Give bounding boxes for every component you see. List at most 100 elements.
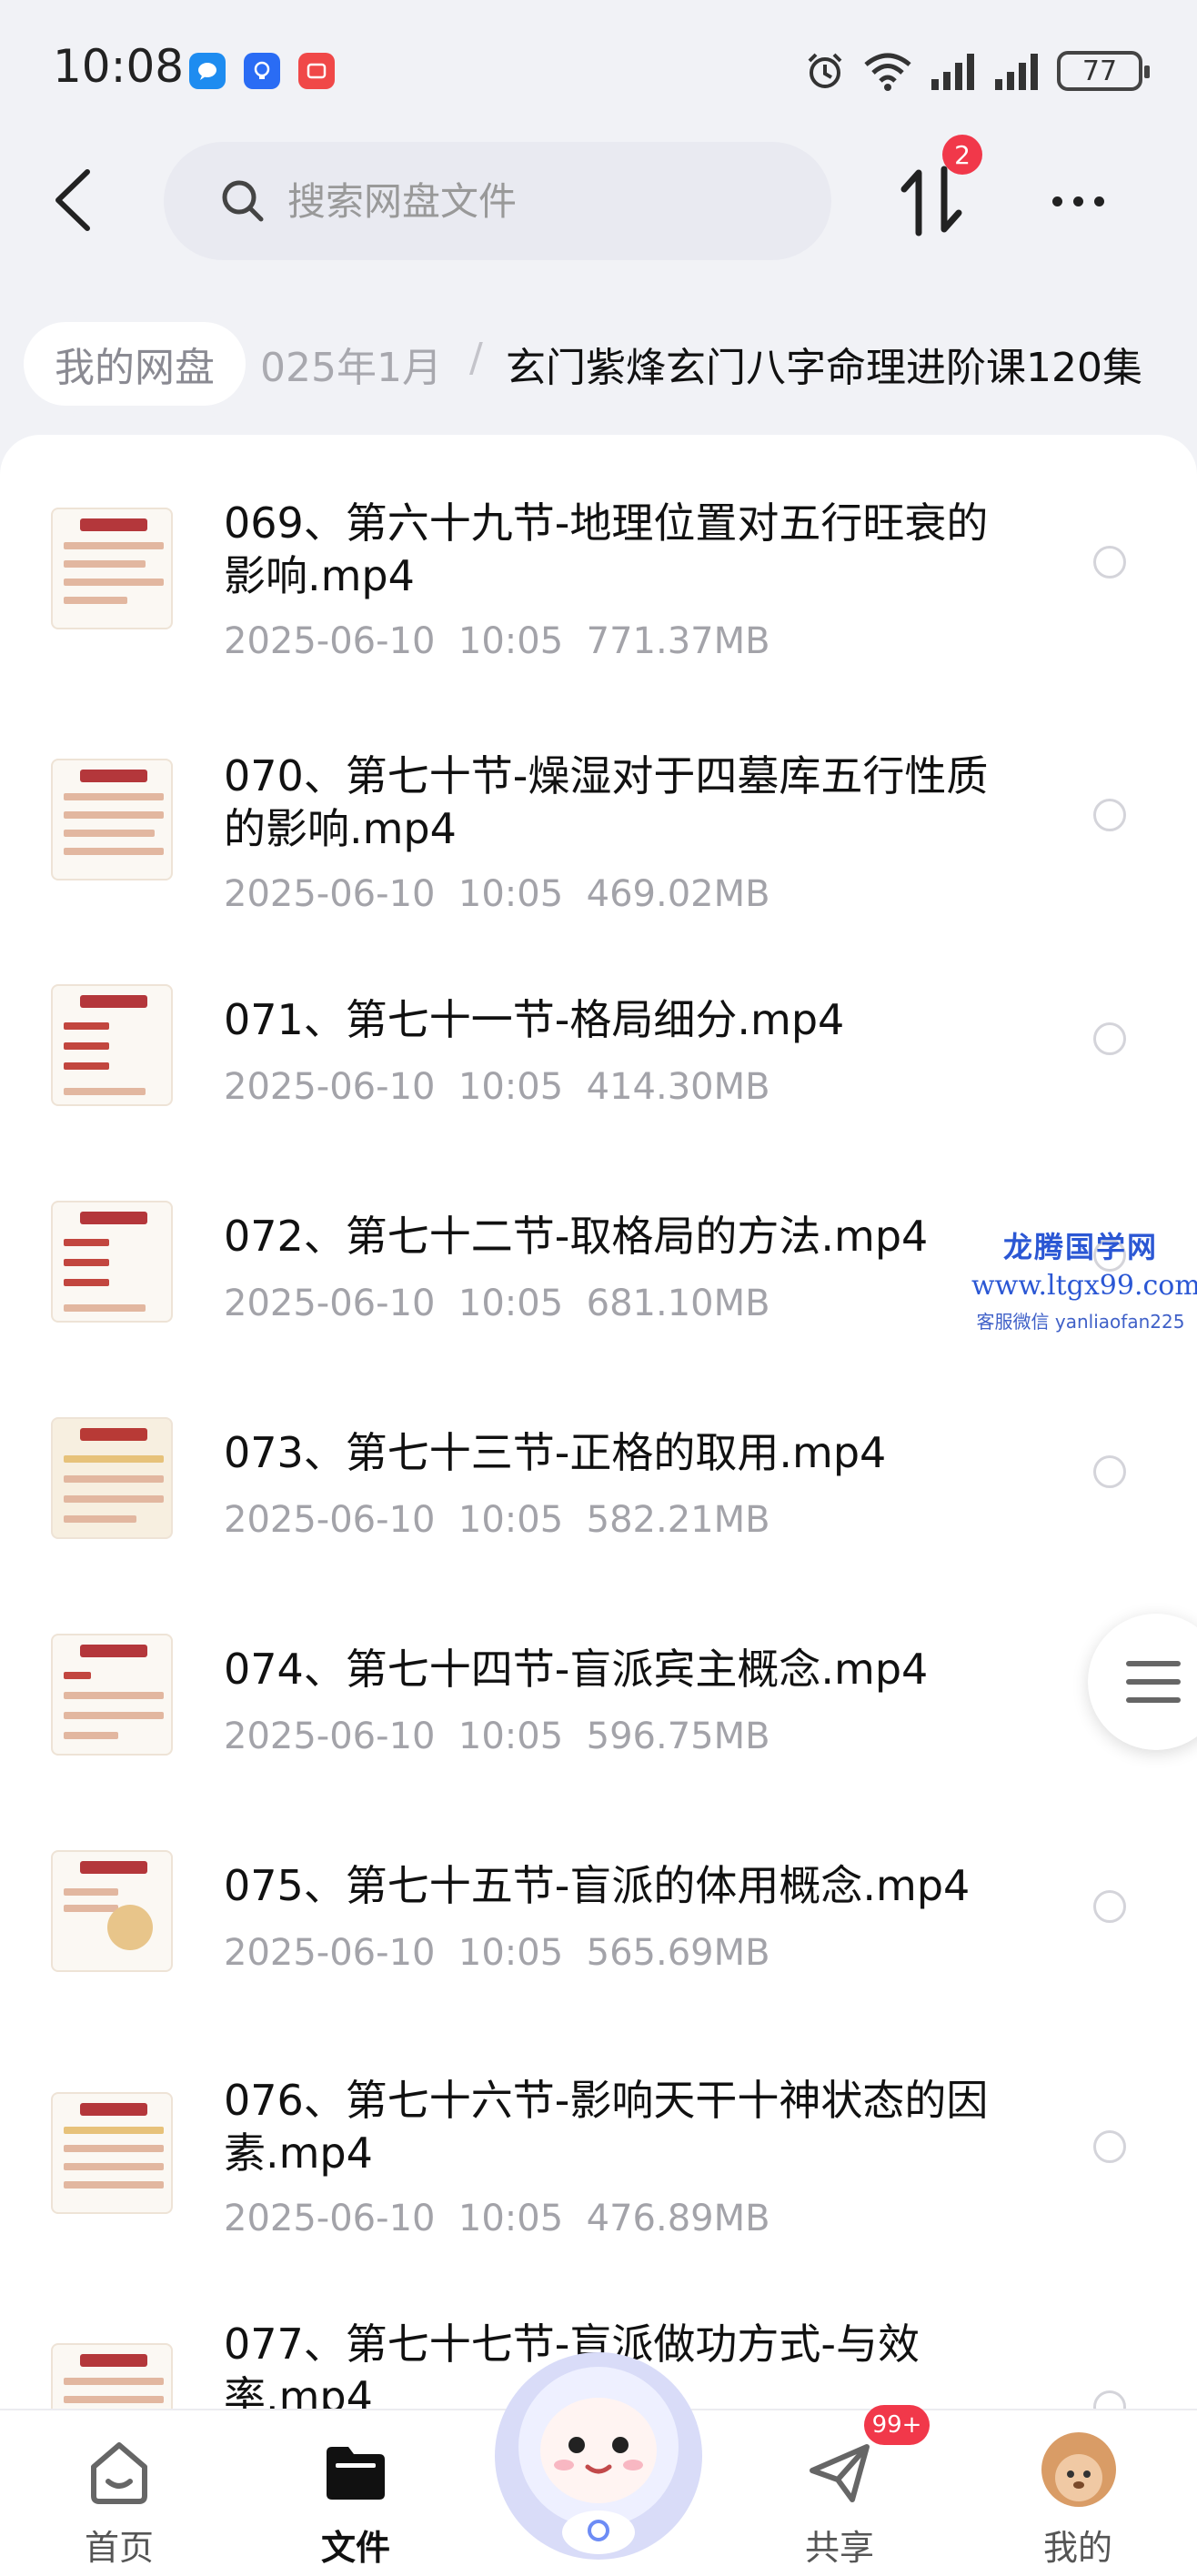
file-size: 771.37MB — [586, 620, 770, 662]
file-date: 2025-06-10 — [224, 1283, 436, 1324]
nav-mine-label: 我的 — [1042, 2528, 1112, 2568]
file-meta: 2025-06-10 10:05 771.37MB — [224, 620, 770, 662]
file-date: 2025-06-10 — [224, 2198, 436, 2239]
status-bar: 10:08 77 — [0, 0, 1197, 136]
battery-level: 77 — [1081, 55, 1118, 87]
watermark-url: www.ltgx99.com — [971, 1270, 1197, 1302]
file-time: 10:05 — [458, 1499, 564, 1541]
video-thumbnail — [51, 1850, 173, 1972]
back-button[interactable] — [36, 164, 109, 236]
file-size: 565.69MB — [586, 1932, 770, 1974]
file-size: 476.89MB — [586, 2198, 770, 2239]
red-app-notification-icon — [298, 53, 335, 89]
bulb-notification-icon — [244, 53, 280, 89]
transfer-badge: 2 — [942, 135, 982, 175]
video-thumbnail — [51, 1201, 173, 1323]
mascot-icon — [495, 2352, 702, 2560]
file-row[interactable]: 070、第七十节-燥湿对于四墓库五行性质的影响.mp4 2025-06-10 1… — [0, 706, 1197, 915]
file-name: 072、第七十二节-取格局的方法.mp4 — [224, 1212, 929, 1261]
file-meta: 2025-06-10 10:05 596.75MB — [224, 1716, 770, 1757]
select-radio[interactable] — [1093, 799, 1126, 831]
select-radio[interactable] — [1093, 546, 1126, 579]
video-thumbnail — [51, 508, 173, 629]
chat-notification-icon — [189, 53, 226, 89]
file-meta: 2025-06-10 10:05 565.69MB — [224, 1932, 770, 1974]
video-thumbnail — [51, 984, 173, 1106]
file-date: 2025-06-10 — [224, 1499, 436, 1541]
breadcrumb-separator: / — [469, 335, 483, 381]
nav-home[interactable]: 首页 — [42, 2427, 196, 2568]
file-name: 069、第六十九节-地理位置对五行旺衰的影响.mp4 — [224, 498, 989, 600]
file-meta: 2025-06-10 10:05 582.21MB — [224, 1499, 770, 1541]
file-time: 10:05 — [458, 1066, 564, 1108]
file-row[interactable]: 075、第七十五节-盲派的体用概念.mp4 2025-06-10 10:05 5… — [0, 1837, 1197, 2038]
file-row[interactable]: 076、第七十六节-影响天干十神状态的因素.mp4 2025-06-10 10:… — [0, 2052, 1197, 2252]
file-meta: 2025-06-10 10:05 681.10MB — [224, 1283, 770, 1324]
file-name: 071、第七十一节-格局细分.mp4 — [224, 995, 845, 1044]
more-button[interactable] — [1037, 169, 1119, 233]
menu-line — [1126, 1697, 1181, 1703]
breadcrumb-parent[interactable]: 025年1月 — [260, 335, 442, 393]
file-name: 076、第七十六节-影响天干十神状态的因素.mp4 — [224, 2076, 989, 2178]
nav-files-label: 文件 — [320, 2528, 390, 2568]
status-time: 10:08 — [53, 40, 185, 93]
file-row[interactable]: 073、第七十三节-正格的取用.mp4 2025-06-10 10:05 582… — [0, 1404, 1197, 1605]
video-thumbnail — [51, 759, 173, 880]
file-date: 2025-06-10 — [224, 873, 436, 915]
search-input[interactable] — [287, 178, 760, 224]
select-radio[interactable] — [1093, 1890, 1126, 1923]
select-radio[interactable] — [1093, 1455, 1126, 1488]
top-header — [0, 136, 1197, 264]
video-thumbnail — [51, 1634, 173, 1756]
nav-share-label: 共享 — [804, 2528, 874, 2568]
video-thumbnail — [51, 1417, 173, 1539]
file-row[interactable]: 069、第六十九节-地理位置对五行旺衰的影响.mp4 2025-06-10 10… — [0, 453, 1197, 662]
file-meta: 2025-06-10 10:05 469.02MB — [224, 873, 770, 915]
status-icons: 77 — [804, 47, 1150, 95]
more-dot — [1051, 196, 1062, 206]
file-date: 2025-06-10 — [224, 1716, 436, 1757]
file-size: 596.75MB — [586, 1716, 770, 1757]
file-meta: 2025-06-10 10:05 414.30MB — [224, 1066, 770, 1108]
video-thumbnail — [51, 2343, 173, 2409]
share-badge: 99+ — [864, 2405, 930, 2445]
nav-files[interactable]: 文件 — [278, 2427, 433, 2568]
select-radio[interactable] — [1093, 2130, 1126, 2163]
select-radio[interactable] — [1093, 2390, 1126, 2409]
paper-plane-icon — [810, 2444, 870, 2502]
nav-home-label: 首页 — [84, 2528, 154, 2568]
file-date: 2025-06-10 — [224, 1932, 436, 1974]
file-time: 10:05 — [458, 1932, 564, 1974]
ai-assistant-button[interactable] — [484, 2338, 713, 2565]
file-size: 414.30MB — [586, 1066, 770, 1108]
search-box[interactable] — [164, 142, 831, 260]
chevron-left-icon — [55, 169, 90, 231]
menu-line — [1126, 1679, 1181, 1685]
file-size: 582.21MB — [586, 1499, 770, 1541]
file-size: 681.10MB — [586, 1283, 770, 1324]
watermark-title: 龙腾国学网 — [1002, 1230, 1158, 1264]
more-dot — [1093, 196, 1104, 206]
file-list: 069、第六十九节-地理位置对五行旺衰的影响.mp4 2025-06-10 10… — [0, 435, 1197, 2409]
breadcrumb-current: 玄门紫烽玄门八字命理进阶课120集 — [506, 345, 1142, 391]
file-row[interactable]: 074、第七十四节-盲派宾主概念.mp4 2025-06-10 10:05 59… — [0, 1621, 1197, 1821]
file-name: 070、第七十节-燥湿对于四墓库五行性质的影响.mp4 — [224, 751, 989, 853]
nav-share[interactable]: 共享 — [762, 2427, 917, 2568]
watermark-contact: 客服微信 yanliaofan225 — [976, 1311, 1185, 1333]
home-icon — [91, 2442, 147, 2504]
file-date: 2025-06-10 — [224, 1066, 436, 1108]
breadcrumb-root[interactable]: 我的网盘 — [24, 322, 246, 406]
signal-icon — [931, 54, 974, 90]
file-time: 10:05 — [458, 2198, 564, 2239]
file-row[interactable]: 071、第七十一节-格局细分.mp4 2025-06-10 10:05 414.… — [0, 971, 1197, 1172]
file-name: 075、第七十五节-盲派的体用概念.mp4 — [224, 1861, 971, 1910]
avatar — [1041, 2432, 1116, 2507]
wifi-icon — [864, 53, 911, 91]
more-dot — [1072, 196, 1083, 206]
file-date: 2025-06-10 — [224, 620, 436, 662]
select-radio[interactable] — [1093, 1022, 1126, 1055]
video-thumbnail — [51, 2092, 173, 2214]
nav-mine[interactable]: 我的 — [1001, 2427, 1155, 2568]
file-name: 074、第七十四节-盲派宾主概念.mp4 — [224, 1645, 929, 1694]
menu-line — [1126, 1661, 1181, 1666]
